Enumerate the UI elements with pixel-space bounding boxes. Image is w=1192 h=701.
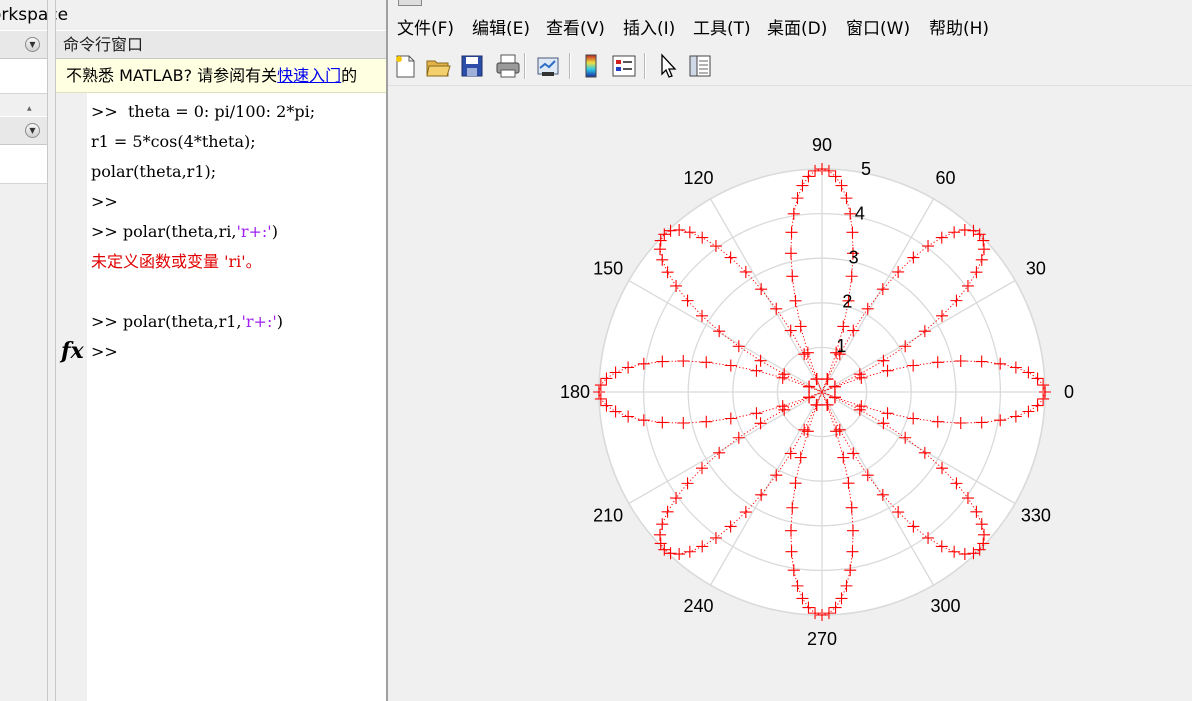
workspace-title-bar: orkspace (0, 0, 388, 30)
panel-menu-icon[interactable]: ▼ (25, 123, 40, 138)
command-string: 'r+:' (241, 312, 277, 331)
banner-suffix: 的 (341, 66, 358, 85)
command-string: 'r+:' (236, 222, 272, 241)
angle-tick-label: 180 (560, 382, 590, 402)
link-plot-icon[interactable] (534, 52, 562, 80)
toolbar-separator (569, 53, 571, 79)
menu-item[interactable]: 工具(T) (693, 12, 751, 46)
command-line (91, 277, 388, 307)
command-code-tail: ) (276, 312, 283, 331)
angle-tick-label: 0 (1064, 382, 1074, 402)
figure-window-icon (398, 0, 422, 6)
radial-tick-label: 3 (849, 248, 859, 268)
command-window-title: 命令行窗口 (63, 35, 144, 54)
command-code: polar(theta,r1, (117, 312, 242, 331)
menu-item[interactable]: 窗口(W) (846, 12, 910, 46)
property-editor-icon[interactable] (686, 52, 714, 80)
error-text: 未定义函数或变量 'ri'。 (91, 252, 262, 271)
prompt: >> (91, 222, 118, 241)
command-code-tail: ) (271, 222, 278, 241)
angle-tick-label: 120 (683, 168, 713, 188)
angle-tick-label: 270 (807, 629, 837, 649)
collapse-arrow-icon[interactable]: ▲ (27, 105, 32, 112)
open-file-icon[interactable] (424, 52, 452, 80)
angle-tick-label: 300 (930, 596, 960, 616)
menu-item[interactable]: 查看(V) (546, 12, 605, 46)
command-code: r1 = 5*cos(4*theta); (91, 132, 256, 151)
matlab-desktop: orkspace ▼ ▲ ▼ 命令行窗口 不熟悉 MATLAB? 请参阅有关快速… (0, 0, 388, 701)
radial-tick-label: 5 (861, 159, 871, 179)
figure-title-bar (388, 0, 1192, 9)
quick-start-link[interactable]: 快速入门 (277, 66, 341, 85)
prompt: >> (91, 192, 118, 211)
command-line: >> (91, 337, 388, 367)
polar-plot[interactable]: 1 2 3 4 5 0 30 60 90 120 150 180 210 240 270 300 330 (388, 86, 1192, 701)
angle-tick-label: 60 (935, 168, 955, 188)
function-browser-icon[interactable]: fx (61, 338, 84, 364)
print-icon[interactable] (494, 52, 522, 80)
toolbar-separator (524, 53, 526, 79)
pointer-icon[interactable] (654, 52, 682, 80)
command-line: r1 = 5*cos(4*theta); (91, 127, 388, 157)
angle-tick-label: 210 (593, 506, 623, 526)
command-code: polar(theta,ri, (117, 222, 237, 241)
save-icon[interactable] (458, 52, 486, 80)
command-window-output[interactable]: >> theta = 0: pi/100: 2*pi; r1 = 5*cos(4*… (91, 97, 388, 367)
toolbar-separator (644, 53, 646, 79)
menu-item[interactable]: 桌面(D) (767, 12, 827, 46)
angle-tick-label: 240 (683, 596, 713, 616)
figure-toolbar (388, 47, 1192, 86)
new-figure-icon[interactable] (391, 52, 419, 80)
menu-item[interactable]: 文件(F) (397, 12, 454, 46)
workspace-pane (0, 145, 47, 184)
menu-item[interactable]: 帮助(H) (929, 12, 989, 46)
workspace-empty-area (0, 184, 47, 701)
angle-tick-label: 330 (1021, 506, 1051, 526)
banner-text: 不熟悉 MATLAB? 请参阅有关 (66, 66, 278, 85)
angle-tick-label: 150 (593, 259, 623, 279)
command-code: theta = 0: pi/100: 2*pi; (117, 102, 316, 121)
prompt: >> (91, 102, 118, 121)
command-line: >> polar(theta,ri,'r+:') (91, 217, 388, 247)
command-window-header: 命令行窗口 (56, 31, 388, 59)
figure-menu-bar: 文件(F) 编辑(E) 查看(V) 插入(I) 工具(T) 桌面(D) 窗口(W) 帮助(H) (388, 12, 1192, 46)
current-folder-pane (0, 59, 47, 94)
vertical-splitter[interactable] (47, 0, 56, 701)
command-line: polar(theta,r1); (91, 157, 388, 187)
menu-item[interactable]: 插入(I) (623, 12, 675, 46)
command-line: >> theta = 0: pi/100: 2*pi; (91, 97, 388, 127)
radial-tick-label: 2 (842, 292, 852, 312)
getting-started-banner: 不熟悉 MATLAB? 请参阅有关快速入门的 (56, 59, 388, 93)
command-line: >> (91, 187, 388, 217)
menu-item[interactable]: 编辑(E) (472, 12, 530, 46)
command-line: >> polar(theta,r1,'r+:') (91, 307, 388, 337)
angle-tick-label: 30 (1026, 259, 1046, 279)
radial-tick-label: 4 (855, 203, 865, 223)
radial-tick-label: 1 (836, 336, 846, 356)
command-code: polar(theta,r1); (91, 162, 217, 181)
prompt: >> (91, 312, 118, 331)
prompt: >> (91, 342, 118, 361)
angle-tick-label: 90 (812, 135, 832, 155)
figure-window: 文件(F) 编辑(E) 查看(V) 插入(I) 工具(T) 桌面(D) 窗口(W) 帮助(H)… (386, 0, 1192, 701)
colorbar-icon[interactable] (578, 52, 606, 80)
error-message: 未定义函数或变量 'ri'。 (91, 247, 388, 277)
panel-menu-icon[interactable]: ▼ (25, 37, 40, 52)
legend-icon[interactable] (610, 52, 638, 80)
command-window-gutter (56, 93, 87, 701)
workspace-title: orkspace (0, 5, 69, 25)
